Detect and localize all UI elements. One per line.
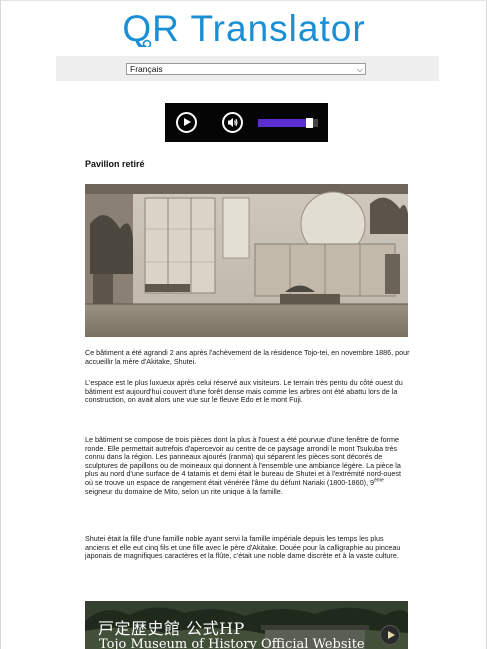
banner-title-en: Tojo Museum of History Official Website bbox=[99, 637, 365, 649]
article-paragraph-4: Shutei était la fille d'une famille nobl… bbox=[85, 534, 401, 561]
article-title: Pavillon retiré bbox=[85, 159, 145, 169]
logo-text: QR Translator bbox=[122, 8, 365, 47]
logo: QR Translator bbox=[122, 8, 365, 47]
language-select[interactable]: Français ⌵ bbox=[126, 63, 366, 75]
audio-player bbox=[165, 103, 328, 142]
chevron-down-icon: ⌵ bbox=[356, 65, 363, 74]
play-circle-icon[interactable] bbox=[380, 625, 400, 645]
language-selected-label: Français bbox=[130, 64, 163, 74]
volume-button[interactable] bbox=[222, 112, 243, 133]
banner-title-jp: 戸定歴史館 公式HP bbox=[98, 619, 245, 638]
pavilion-photo bbox=[85, 184, 408, 337]
article-paragraph-2: L'espace est le plus luxueux après celui… bbox=[85, 378, 403, 405]
article-paragraph-1: Ce bâtiment a été agrandi 2 ans après l'… bbox=[85, 348, 410, 366]
volume-slider-fill bbox=[258, 119, 313, 127]
volume-slider-thumb[interactable] bbox=[306, 118, 313, 128]
page: QR Translator Français ⌵ Pavillon retiré bbox=[0, 0, 487, 649]
article-paragraph-3: Le bâtiment se compose de trois pièces d… bbox=[85, 435, 401, 496]
volume-icon bbox=[228, 118, 238, 127]
volume-slider[interactable] bbox=[258, 118, 318, 128]
play-button[interactable] bbox=[176, 112, 197, 133]
language-bar: Français ⌵ bbox=[56, 56, 439, 81]
museum-website-banner[interactable]: 戸定歴史館 公式HP Tojo Museum of History Offici… bbox=[85, 601, 408, 649]
